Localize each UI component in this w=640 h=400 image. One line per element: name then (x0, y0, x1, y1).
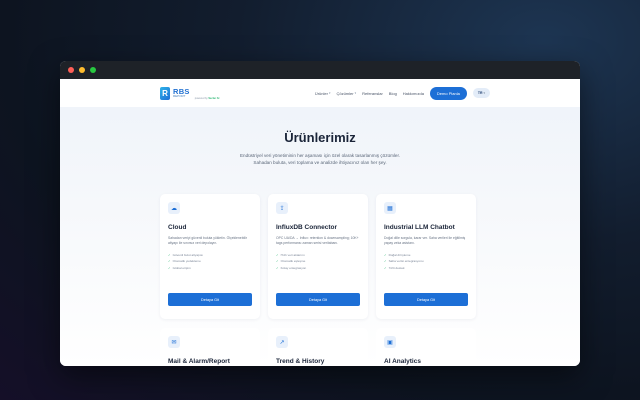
card-title: Trend & History (276, 358, 325, 365)
nav-item-blog[interactable]: Blog (389, 91, 397, 96)
nav-item-urunler[interactable]: Ürünler ▾ (315, 91, 331, 96)
page-title: Ürünlerimiz (284, 130, 356, 145)
website-page: R RBS REPORT powered by Sectur AI Ürünle… (60, 79, 580, 366)
card-description: Doğal dille sorgula, karar ver. Saha ver… (384, 236, 466, 246)
database-icon: ⇪ (276, 202, 288, 214)
card-description: OPC UA/DA → Influx: retention & downsamp… (276, 236, 359, 246)
product-cards-row2: ✉ Mail & Alarm/Report ↗ Trend & History … (160, 328, 476, 366)
check-icon: ✓ (384, 265, 387, 270)
brand-logo[interactable]: R RBS REPORT powered by Sectur AI (160, 86, 220, 100)
product-card-mail-alarm: ✉ Mail & Alarm/Report (160, 328, 260, 366)
top-navigation: R RBS REPORT powered by Sectur AI Ürünle… (60, 79, 580, 107)
page-subtitle: Endüstriyel veri yönetiminin her aşaması… (239, 153, 401, 166)
demo-button[interactable]: Demo Planla (429, 86, 467, 100)
card-description: Sahadan veriyi güvenli buluta yükletin. … (168, 236, 247, 246)
powered-by: powered by Sectur AI (194, 96, 220, 100)
chatbot-icon: ▦ (384, 202, 396, 214)
chevron-down-icon: ▾ (483, 91, 485, 95)
product-card-influxdb: ⇪ InfluxDB Connector OPC UA/DA → Influx:… (268, 194, 368, 319)
mail-icon: ✉ (168, 336, 180, 348)
hero-section: Ürünlerimiz Endüstriyel veri yönetiminin… (60, 107, 580, 166)
detail-button[interactable]: Detaya Git (276, 293, 360, 306)
chevron-down-icon: ▾ (328, 91, 331, 95)
card-title: Mail & Alarm/Report (168, 358, 230, 365)
minimize-window-button[interactable] (79, 67, 85, 73)
close-window-button[interactable] (68, 67, 74, 73)
chevron-down-icon: ▾ (354, 91, 357, 95)
feature-list: ✓ Doğal dil işleme ✓ Saha verisi entegrasy… (384, 252, 468, 271)
cloud-icon: ☁ (168, 202, 180, 214)
product-card-ai-analytics: ▣ AI Analytics (376, 328, 476, 366)
product-card-trend-history: ↗ Trend & History (268, 328, 368, 366)
card-title: Industrial LLM Chatbot (384, 224, 455, 231)
detail-button[interactable]: Detaya Git (168, 293, 252, 306)
nav-item-referanslar[interactable]: Referanslar (362, 91, 383, 96)
product-cards: ☁ Cloud Sahadan veriyi güvenli buluta yü… (160, 194, 476, 319)
nav-item-hakkimizda[interactable]: Hakkımızda (403, 91, 424, 96)
detail-button[interactable]: Detaya Git (384, 293, 468, 306)
check-icon: ✓ (276, 265, 279, 270)
nav-item-cozumler[interactable]: Çözümler ▾ (336, 91, 356, 96)
feature-list: ✓ Güvenli bulut altyapısı ✓ Otomatik yedek… (168, 252, 252, 271)
card-title: Cloud (168, 224, 187, 231)
window-titlebar (60, 61, 580, 79)
card-title: InfluxDB Connector (276, 224, 338, 231)
logo-mark-icon: R (160, 86, 170, 100)
check-icon: ✓ (168, 265, 171, 270)
browser-window: R RBS REPORT powered by Sectur AI Ürünle… (60, 61, 580, 366)
brand-sub: REPORT (173, 94, 186, 99)
trend-icon: ↗ (276, 336, 288, 348)
analytics-icon: ▣ (384, 336, 396, 348)
feature-item: ✓ Global erişim (168, 265, 191, 270)
feature-item: ✓ Kolay entegrasyon (276, 265, 307, 270)
product-card-llm-chatbot: ▦ Industrial LLM Chatbot Doğal dille sor… (376, 194, 476, 319)
nav-links: Ürünler ▾ Çözümler ▾ Referanslar Blog Hakk… (315, 86, 490, 100)
language-selector[interactable]: TR ▾ (472, 88, 490, 98)
maximize-window-button[interactable] (90, 67, 96, 73)
feature-item: ✓ 7/24 destek (384, 265, 405, 270)
feature-list: ✓ Hızlı veri aktarımı ✓ Otomatik eşleşme ✓… (276, 252, 360, 271)
card-title: AI Analytics (384, 358, 421, 365)
product-card-cloud: ☁ Cloud Sahadan veriyi güvenli buluta yü… (160, 194, 260, 319)
